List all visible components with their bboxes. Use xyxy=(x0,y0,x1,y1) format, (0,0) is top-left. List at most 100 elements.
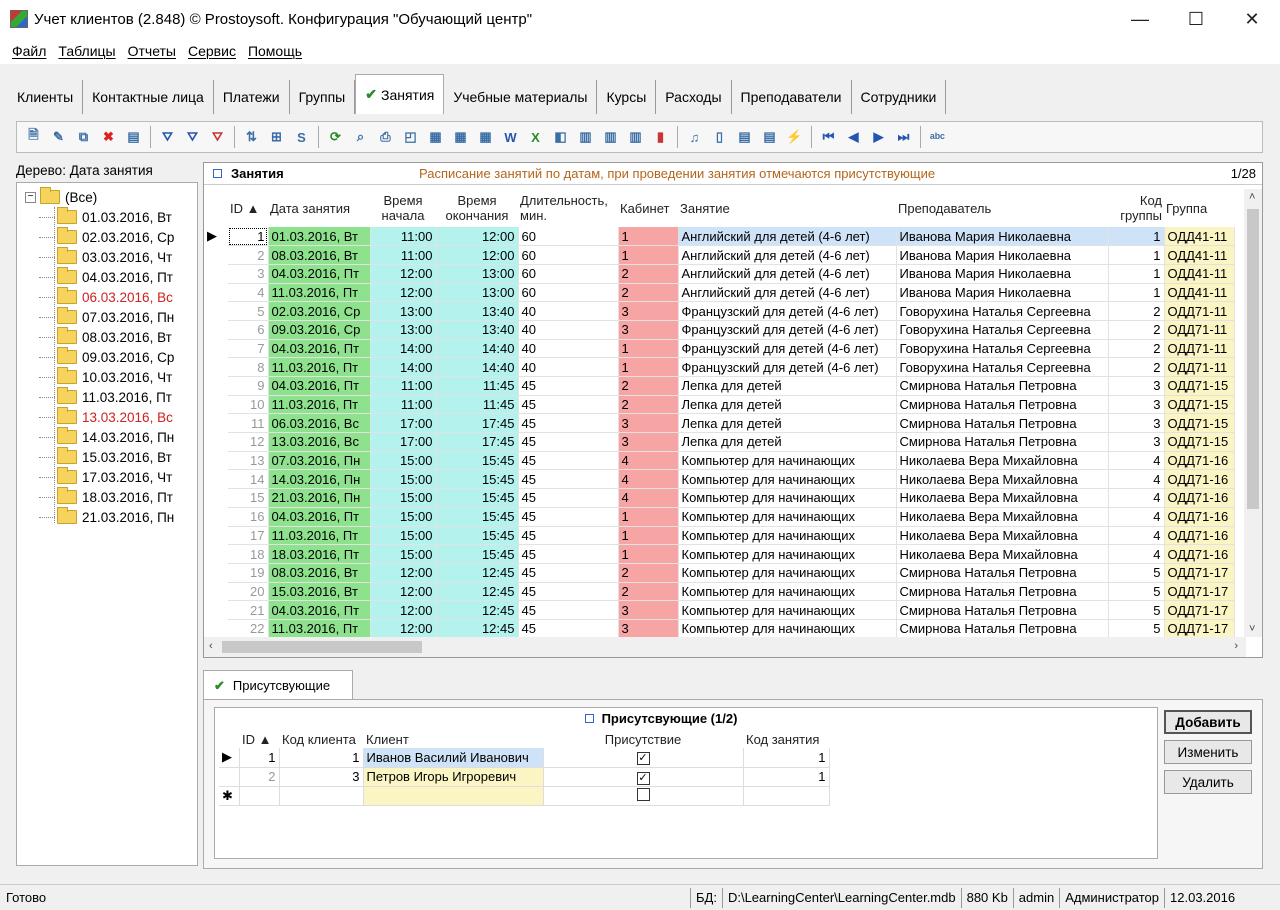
report-icon[interactable]: ▥ xyxy=(575,126,597,148)
row-selector[interactable] xyxy=(204,302,228,321)
cell-end[interactable]: 15:45 xyxy=(436,451,519,471)
sql-icon[interactable]: S xyxy=(291,126,313,148)
table-row[interactable]: 14 14.03.2016, Пн 15:00 15:45 45 4 Компьютер д… xyxy=(204,469,1235,490)
row-selector[interactable] xyxy=(204,264,228,283)
vertical-scrollbar[interactable]: ˄ ˅ xyxy=(1244,189,1262,637)
cell-duration[interactable]: 45 xyxy=(518,582,619,602)
cell-group[interactable]: ОДД71-11 xyxy=(1164,357,1235,377)
menu-file[interactable]: Файл xyxy=(6,43,52,59)
cell-group[interactable]: ОДД71-11 xyxy=(1164,301,1235,321)
cell-teacher[interactable]: Смирнова Наталья Петровна xyxy=(896,376,1109,396)
row-selector[interactable] xyxy=(219,767,240,787)
cell-duration[interactable]: 45 xyxy=(518,395,619,415)
cell-duration[interactable]: 60 xyxy=(518,227,619,247)
cell-duration[interactable]: 45 xyxy=(518,413,619,434)
cell-teacher[interactable]: Говорухина Наталья Сергеевна xyxy=(896,320,1109,340)
cell-group[interactable]: ОДД71-16 xyxy=(1164,469,1235,490)
tab-payments[interactable]: Платежи xyxy=(214,80,290,114)
cell-teacher[interactable]: Смирнова Наталья Петровна xyxy=(896,619,1109,639)
cell-group[interactable]: ОДД41-11 xyxy=(1164,245,1235,265)
cell-teacher[interactable]: Николаева Вера Михайловна xyxy=(896,469,1109,490)
cell-date[interactable]: 11.03.2016, Пт xyxy=(268,526,371,546)
column-header[interactable]: Код клиента xyxy=(279,730,363,748)
tree-item[interactable]: 03.03.2016, Чт xyxy=(17,247,197,267)
cell-group[interactable]: ОДД71-17 xyxy=(1164,600,1235,620)
cell-group-code[interactable]: 2 xyxy=(1108,301,1165,321)
cell-lesson[interactable]: Английский для детей (4-6 лет) xyxy=(678,283,897,303)
cell-start[interactable]: 11:00 xyxy=(370,376,437,396)
table-row[interactable]: 8 11.03.2016, Пт 14:00 14:40 40 1 Французский … xyxy=(204,357,1235,377)
cell-duration[interactable]: 45 xyxy=(518,488,619,508)
cell-date[interactable]: 08.03.2016, Вт xyxy=(268,563,371,583)
cell-duration[interactable]: 45 xyxy=(518,619,619,639)
next-icon[interactable]: ▶ xyxy=(868,126,890,148)
row-selector[interactable] xyxy=(204,433,228,452)
cell-lesson[interactable]: Компьютер для начинающих xyxy=(678,507,897,527)
doc-icon[interactable]: ♫ xyxy=(684,126,706,148)
cell-id[interactable]: 16 xyxy=(228,507,269,527)
row-selector[interactable] xyxy=(204,414,228,433)
cell-start[interactable]: 15:00 xyxy=(370,451,437,471)
tree-item[interactable]: 09.03.2016, Ср xyxy=(17,347,197,367)
tree-icon[interactable]: ⊞ xyxy=(266,126,288,148)
cell-group[interactable]: ОДД71-15 xyxy=(1164,395,1235,415)
tree-item[interactable]: 08.03.2016, Вт xyxy=(17,327,197,347)
table-row[interactable]: 7 04.03.2016, Пт 14:00 14:40 40 1 Французский … xyxy=(204,339,1235,359)
cell-start[interactable]: 11:00 xyxy=(370,395,437,415)
cell-lesson[interactable]: Французский для детей (4-6 лет) xyxy=(678,301,897,321)
cell-lesson[interactable]: Компьютер для начинающих xyxy=(678,582,897,602)
row-selector[interactable] xyxy=(204,358,228,377)
cell-end[interactable]: 12:45 xyxy=(436,600,519,620)
first-icon[interactable]: ⏮ xyxy=(818,126,840,148)
cell-present[interactable]: ✓ xyxy=(543,748,744,768)
cell-group[interactable]: ОДД71-15 xyxy=(1164,376,1235,396)
cell-group-code[interactable]: 5 xyxy=(1108,563,1165,583)
cell-id[interactable]: 18 xyxy=(228,544,269,564)
cell-group[interactable]: ОДД71-16 xyxy=(1164,488,1235,508)
scroll-right-icon[interactable]: › xyxy=(1234,640,1238,652)
export3-icon[interactable]: ▦ xyxy=(475,126,497,148)
cell-id[interactable]: 20 xyxy=(228,582,269,602)
cell-id[interactable]: 13 xyxy=(228,451,269,471)
menu-reports[interactable]: Отчеты xyxy=(122,43,182,59)
row-selector[interactable] xyxy=(204,601,228,620)
cell-date[interactable]: 08.03.2016, Вт xyxy=(268,245,371,265)
cell-group[interactable]: ОДД71-16 xyxy=(1164,544,1235,564)
cell-room[interactable]: 1 xyxy=(618,357,679,377)
column-header[interactable]: Дата занятия xyxy=(268,189,370,227)
column-header[interactable]: Занятие xyxy=(678,189,896,227)
cell-room[interactable]: 3 xyxy=(618,619,679,639)
cell-date[interactable]: 06.03.2016, Вс xyxy=(268,413,371,434)
cell-room[interactable]: 3 xyxy=(618,413,679,434)
cell-date[interactable]: 13.03.2016, Вс xyxy=(268,432,371,452)
cell-group-code[interactable]: 1 xyxy=(1108,264,1165,284)
cell-id[interactable]: 7 xyxy=(228,339,269,359)
cell-teacher[interactable]: Говорухина Наталья Сергеевна xyxy=(896,357,1109,377)
cell-room[interactable]: 2 xyxy=(618,395,679,415)
excel-icon[interactable]: X xyxy=(525,126,547,148)
menu-service[interactable]: Сервис xyxy=(182,43,242,59)
html-icon[interactable]: ◧ xyxy=(550,126,572,148)
row-selector[interactable] xyxy=(204,619,228,638)
filter-edit-icon[interactable]: ⛛ xyxy=(182,126,204,148)
row-selector[interactable] xyxy=(204,563,228,582)
edit-icon[interactable]: ✎ xyxy=(48,126,70,148)
form-icon[interactable]: ▤ xyxy=(734,126,756,148)
close-button[interactable]: ✕ xyxy=(1224,0,1280,38)
cell-group-code[interactable]: 1 xyxy=(1108,227,1165,247)
column-header[interactable]: ID ▲ xyxy=(228,189,268,227)
cell-room[interactable]: 1 xyxy=(618,339,679,359)
cell-duration[interactable]: 60 xyxy=(518,264,619,284)
cell-group[interactable]: ОДД71-16 xyxy=(1164,507,1235,527)
cell-duration[interactable]: 45 xyxy=(518,526,619,546)
delete-button[interactable]: Удалить xyxy=(1164,770,1252,794)
cell-lesson[interactable]: Лепка для детей xyxy=(678,376,897,396)
hscroll-thumb[interactable] xyxy=(222,641,422,653)
cell-group[interactable]: ОДД71-17 xyxy=(1164,582,1235,602)
cell-group-code[interactable]: 5 xyxy=(1108,600,1165,620)
cell-id[interactable]: 1 xyxy=(228,227,269,247)
horizontal-scrollbar[interactable]: ‹ › xyxy=(204,637,1246,657)
scroll-down-icon[interactable]: ˅ xyxy=(1249,623,1255,635)
cell-end[interactable]: 14:40 xyxy=(436,357,519,377)
cell-end[interactable]: 17:45 xyxy=(436,432,519,452)
